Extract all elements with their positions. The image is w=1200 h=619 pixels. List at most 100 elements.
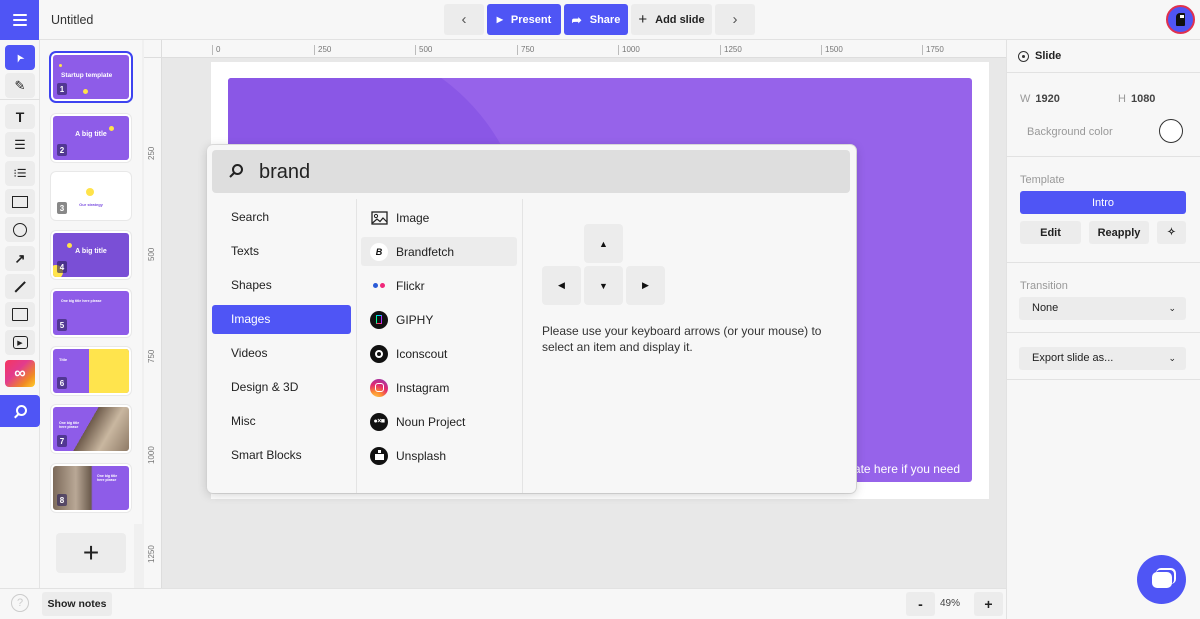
previous-slide-button[interactable]: ‹ — [444, 4, 484, 35]
slide-thumbnail[interactable]: Title 6 — [53, 349, 129, 393]
arrow-icon: ↗ — [14, 250, 26, 266]
rectangle-tool[interactable] — [5, 189, 35, 214]
slide-thumbnail[interactable]: One big title here please 5 — [53, 291, 129, 335]
video-tool[interactable]: ▶ — [5, 330, 35, 355]
arrow-down-key[interactable]: ▼ — [584, 266, 623, 305]
document-title[interactable]: Untitled — [51, 13, 93, 27]
chat-bubble-icon — [1151, 571, 1172, 588]
arrow-right-key[interactable]: ▶ — [626, 266, 665, 305]
transition-select[interactable]: None ⌄ — [1019, 297, 1186, 320]
text-tool[interactable]: T — [5, 104, 35, 129]
template-select-button[interactable]: Intro — [1020, 191, 1186, 214]
present-button[interactable]: ▶ Present — [487, 4, 561, 35]
brand-logo-icon — [1176, 13, 1185, 26]
bullet-list-icon: ⁝☰ — [13, 168, 27, 180]
slide-thumbnail[interactable]: One big title here please 8 — [53, 466, 129, 510]
circle-tool[interactable] — [5, 217, 35, 242]
arrow-left-key[interactable]: ◀ — [542, 266, 581, 305]
chevron-down-icon: ⌄ — [1168, 303, 1176, 313]
video-icon: ▶ — [12, 336, 28, 349]
add-slide-bottom-button[interactable]: + — [56, 533, 126, 573]
category-design-3d[interactable]: Design & 3D — [212, 373, 351, 402]
column-divider — [356, 199, 357, 493]
image-tool[interactable] — [5, 302, 35, 327]
reapply-template-button[interactable]: Reapply — [1089, 221, 1149, 244]
pen-tool[interactable]: ✎ — [5, 73, 35, 98]
background-color-label: Background color — [1027, 126, 1113, 138]
rectangle-icon — [12, 195, 28, 208]
slide-number: 8 — [57, 494, 67, 506]
height-field[interactable]: H 1080 — [1118, 93, 1155, 105]
source-giphy[interactable]: GIPHY — [361, 305, 517, 334]
source-instagram[interactable]: Instagram — [361, 373, 517, 402]
search-icon — [229, 164, 243, 178]
source-noun-project[interactable]: ●×■ Noun Project — [361, 407, 517, 436]
source-iconscout[interactable]: Iconscout — [361, 339, 517, 368]
zoom-in-button[interactable]: + — [974, 592, 1003, 616]
next-slide-button[interactable]: › — [715, 4, 755, 35]
edit-template-button[interactable]: Edit — [1020, 221, 1081, 244]
source-flickr[interactable]: Flickr — [361, 271, 517, 300]
slide-thumbnail[interactable]: One big title here please 7 — [53, 407, 129, 451]
noun-project-icon: ●×■ — [370, 412, 388, 431]
category-shapes[interactable]: Shapes — [212, 271, 351, 300]
category-search[interactable]: Search — [212, 203, 351, 232]
source-unsplash[interactable]: Unsplash — [361, 441, 517, 470]
magic-wand-icon: ✧ — [1167, 227, 1176, 238]
slide-thumbnail[interactable]: A big title 2 — [53, 116, 129, 160]
user-avatar[interactable] — [1166, 5, 1195, 34]
vertical-ruler: 250 500 750 1000 1250 — [144, 58, 162, 588]
slide-footer-text[interactable]: date here if you need — [847, 462, 960, 476]
paragraph-icon: ☰ — [14, 136, 26, 152]
giphy-icon — [370, 310, 388, 329]
height-value: 1080 — [1130, 93, 1156, 105]
width-field[interactable]: W 1920 — [1020, 93, 1060, 105]
paragraph-tool[interactable]: ☰ — [5, 132, 35, 157]
slide-number: 2 — [57, 144, 67, 156]
slide-number: 7 — [57, 435, 67, 447]
ruler-tick: 500 — [415, 45, 432, 55]
horizontal-ruler: 0 250 500 750 1000 1250 1500 1750 — [162, 40, 1006, 58]
source-label: Unsplash — [396, 448, 447, 463]
category-smart-blocks[interactable]: Smart Blocks — [212, 441, 351, 470]
share-button[interactable]: ➦ Share — [564, 4, 628, 35]
zoom-out-button[interactable]: - — [906, 592, 935, 616]
select-tool[interactable]: ➤ — [5, 45, 35, 70]
keyboard-hint: Please use your keyboard arrows (or your… — [542, 324, 822, 354]
top-bar: Untitled ‹ ▶ Present ➦ Share + Add slide… — [0, 0, 1200, 40]
menu-button[interactable] — [0, 0, 39, 40]
search-tool[interactable] — [0, 395, 40, 427]
background-color-swatch[interactable] — [1159, 119, 1183, 143]
help-icon[interactable]: ? — [11, 594, 29, 612]
slide-thumbnail-title: Title — [59, 357, 68, 362]
search-input[interactable] — [259, 158, 819, 186]
present-label: Present — [510, 13, 552, 26]
ruler-tick: 1250 — [147, 545, 156, 563]
arrow-up-key[interactable]: ▲ — [584, 224, 623, 263]
category-misc[interactable]: Misc — [212, 407, 351, 436]
category-videos[interactable]: Videos — [212, 339, 351, 368]
show-notes-button[interactable]: Show notes — [42, 592, 112, 616]
slide-toolbar: ‹ ▶ Present ➦ Share + Add slide › — [444, 4, 755, 35]
chat-support-button[interactable] — [1137, 555, 1186, 604]
template-section: Template Intro Edit Reapply ✧ — [1007, 157, 1200, 263]
iconscout-icon — [370, 344, 388, 363]
list-tool[interactable]: ⁝☰ — [5, 161, 35, 186]
flickr-icon — [370, 277, 388, 295]
category-texts[interactable]: Texts — [212, 237, 351, 266]
search-bar[interactable] — [212, 150, 850, 193]
slide-thumbnail[interactable]: Our strategy 3 — [53, 174, 129, 218]
arrow-tool[interactable]: ↗ — [5, 246, 35, 271]
line-tool[interactable] — [5, 274, 35, 299]
export-slide-select[interactable]: Export slide as... ⌄ — [1019, 347, 1186, 370]
slide-thumbnail[interactable]: A big title 4 — [53, 233, 129, 277]
creative-cloud-tool[interactable]: ∞ — [5, 360, 35, 387]
source-brandfetch[interactable]: B Brandfetch — [361, 237, 517, 266]
slide-thumbnail[interactable]: Startup template 1 — [53, 55, 129, 99]
slide-thumbnail-title: One big title here please — [97, 474, 118, 482]
magic-template-button[interactable]: ✧ — [1157, 221, 1186, 244]
slide-number: 6 — [57, 377, 67, 389]
add-slide-button[interactable]: + Add slide — [631, 4, 712, 35]
source-image[interactable]: Image — [361, 203, 517, 232]
category-images[interactable]: Images — [212, 305, 351, 334]
